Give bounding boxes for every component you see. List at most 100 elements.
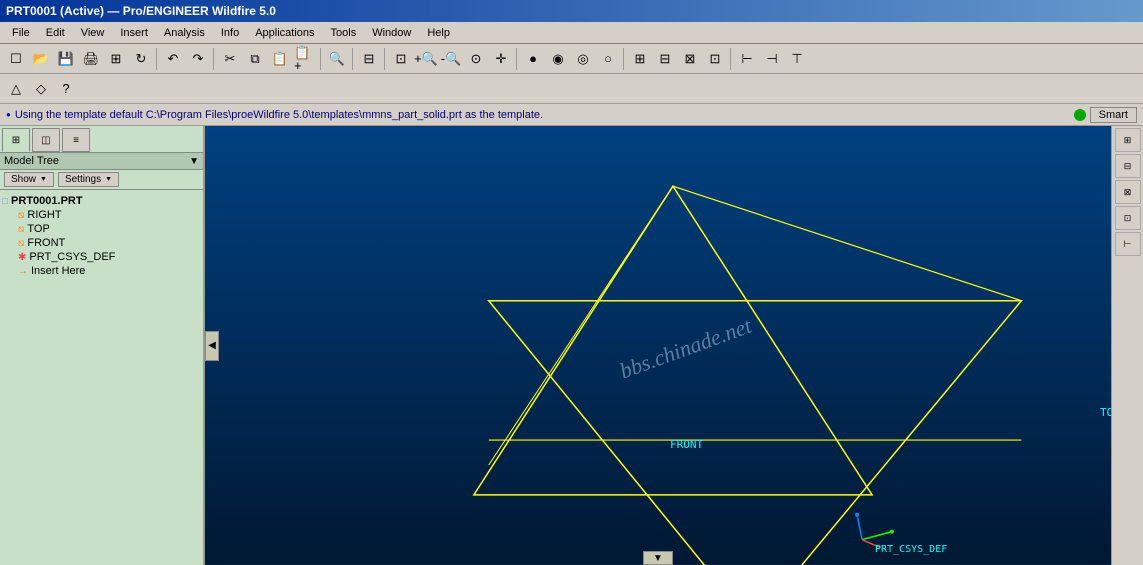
new-icon: ☐ (10, 52, 22, 65)
menu-item-analysis[interactable]: Analysis (156, 25, 213, 41)
undo-icon: ↶ (168, 52, 179, 65)
zoom-other-icon: ⊙ (471, 52, 482, 65)
cut-button[interactable]: ✂ (218, 47, 242, 71)
show-button[interactable]: Show (4, 172, 54, 187)
display3-icon: ◎ (577, 52, 588, 65)
toolbar-1: ☐📂💾🖨⊞↻↶↷✂⧉📋📋+🔍⊟⊡+🔍-🔍⊙✛●◉◎○⊞⊟⊠⊡⊢⊣⊤ (0, 44, 1143, 74)
tree-item-root[interactable]: □PRT0001.PRT (2, 194, 201, 208)
tree-item-front[interactable]: ⧅FRONT (2, 236, 201, 250)
right-sidebar: ⊞⊟⊠⊡⊢ (1111, 126, 1143, 565)
tree-item-insert[interactable]: →Insert Here (2, 264, 201, 278)
tab-layers[interactable]: ◫ (32, 128, 60, 152)
pan-icon: ✛ (496, 52, 507, 65)
search-icon: 🔍 (329, 52, 345, 65)
toolbar-2: △ ◇? (0, 74, 1143, 104)
tree-icon-front: ⧅ (18, 238, 24, 249)
redo-icon: ↷ (193, 52, 204, 65)
sep1 (156, 48, 158, 70)
3d-viewport[interactable]: TOP FRONT PRT_CSYS_DEF bbs.chinade.net ◀… (205, 126, 1111, 565)
redo-button[interactable]: ↷ (186, 47, 210, 71)
right-tools1-button[interactable]: ⊢ (735, 47, 759, 71)
right-tools1-icon: ⊢ (741, 52, 752, 65)
display1-button[interactable]: ● (521, 47, 545, 71)
refit-button[interactable]: ⊡ (389, 47, 413, 71)
undo-stack-icon: ⊞ (111, 52, 122, 65)
menu-item-file[interactable]: File (4, 25, 38, 41)
tab-tree[interactable]: ⊞ (2, 128, 30, 152)
model-tree-collapse[interactable]: ▼ (189, 156, 199, 167)
menu-item-info[interactable]: Info (213, 25, 247, 41)
right-tools3-icon: ⊤ (791, 52, 802, 65)
search-button[interactable]: 🔍 (325, 47, 349, 71)
menu-item-view[interactable]: View (73, 25, 113, 41)
zoom-in-icon: +🔍 (414, 52, 438, 65)
right-sidebar-btn-0[interactable]: ⊞ (1115, 128, 1141, 152)
tab-properties[interactable]: ≡ (62, 128, 90, 152)
display2-button[interactable]: ◉ (546, 47, 570, 71)
menu-item-help[interactable]: Help (419, 25, 458, 41)
display3-button[interactable]: ◎ (571, 47, 595, 71)
paste-button[interactable]: 📋 (268, 47, 292, 71)
view3-button[interactable]: ⊠ (678, 47, 702, 71)
view4-button[interactable]: ⊡ (703, 47, 727, 71)
save-button[interactable]: 💾 (54, 47, 78, 71)
viewport-scroll-left[interactable]: ◀ (205, 331, 219, 361)
tree-item-top[interactable]: ⧅TOP (2, 222, 201, 236)
status-message: Using the template default C:\Program Fi… (15, 109, 543, 121)
sketch2-button[interactable]: ◇ (29, 77, 53, 101)
sep8 (730, 48, 732, 70)
pan-button[interactable]: ✛ (489, 47, 513, 71)
right-tools3-button[interactable]: ⊤ (785, 47, 809, 71)
regenerate-button[interactable]: ↻ (129, 47, 153, 71)
menu-item-window[interactable]: Window (364, 25, 419, 41)
undo-stack-button[interactable]: ⊞ (104, 47, 128, 71)
tree-icon-top: ⧅ (18, 224, 24, 235)
sep6 (516, 48, 518, 70)
tree-item-right[interactable]: ⧅RIGHT (2, 208, 201, 222)
right-tools2-button[interactable]: ⊣ (760, 47, 784, 71)
menu-item-tools[interactable]: Tools (323, 25, 365, 41)
undo-button[interactable]: ↶ (161, 47, 185, 71)
print-button[interactable]: 🖨 (79, 47, 103, 71)
smart-button[interactable]: Smart (1090, 107, 1137, 123)
right-sidebar-btn-4[interactable]: ⊢ (1115, 232, 1141, 256)
tree-item-csys[interactable]: ✱PRT_CSYS_DEF (2, 250, 201, 264)
right-sidebar-btn-1[interactable]: ⊟ (1115, 154, 1141, 178)
print-icon: 🖨 (83, 52, 100, 65)
settings-button[interactable]: Settings (58, 172, 119, 187)
copy-icon: ⧉ (250, 52, 259, 65)
view2-button[interactable]: ⊟ (653, 47, 677, 71)
status-smart-area: Smart (1074, 107, 1137, 123)
model-tree-tabs: ⊞ ◫ ≡ (0, 126, 203, 153)
view2-icon: ⊟ (660, 52, 671, 65)
model-tree-content: □PRT0001.PRT⧅RIGHT⧅TOP⧅FRONT✱PRT_CSYS_DE… (0, 190, 203, 565)
zoom-out-button[interactable]: -🔍 (439, 47, 463, 71)
display1-icon: ● (529, 52, 537, 65)
right-sidebar-btn-3[interactable]: ⊡ (1115, 206, 1141, 230)
paste-special-icon: 📋+ (294, 46, 316, 72)
paste-special-button[interactable]: 📋+ (293, 47, 317, 71)
new-button[interactable]: ☐ (4, 47, 28, 71)
copy-button[interactable]: ⧉ (243, 47, 267, 71)
model-tree-panel: ⊞ ◫ ≡ Model Tree ▼ Show Settings □PRT000… (0, 126, 205, 565)
model-tree-header: Model Tree ▼ (0, 153, 203, 170)
zoom-out-icon: -🔍 (441, 52, 462, 65)
window-manager-button[interactable]: ⊟ (357, 47, 381, 71)
sketch3-icon: ? (62, 82, 69, 95)
sketch1-button[interactable]: △ (4, 77, 28, 101)
viewport-scroll-bottom[interactable]: ▼ (643, 551, 673, 565)
menu-item-edit[interactable]: Edit (38, 25, 73, 41)
sep3 (320, 48, 322, 70)
sketch3-button[interactable]: ? (54, 77, 78, 101)
sketch1-icon: △ (11, 82, 21, 95)
right-sidebar-btn-2[interactable]: ⊠ (1115, 180, 1141, 204)
status-bar: ● Using the template default C:\Program … (0, 104, 1143, 126)
zoom-in-button[interactable]: +🔍 (414, 47, 438, 71)
view1-button[interactable]: ⊞ (628, 47, 652, 71)
sep7 (623, 48, 625, 70)
menu-item-insert[interactable]: Insert (112, 25, 156, 41)
zoom-other-button[interactable]: ⊙ (464, 47, 488, 71)
menu-item-applications[interactable]: Applications (247, 25, 322, 41)
open-button[interactable]: 📂 (29, 47, 53, 71)
display4-button[interactable]: ○ (596, 47, 620, 71)
